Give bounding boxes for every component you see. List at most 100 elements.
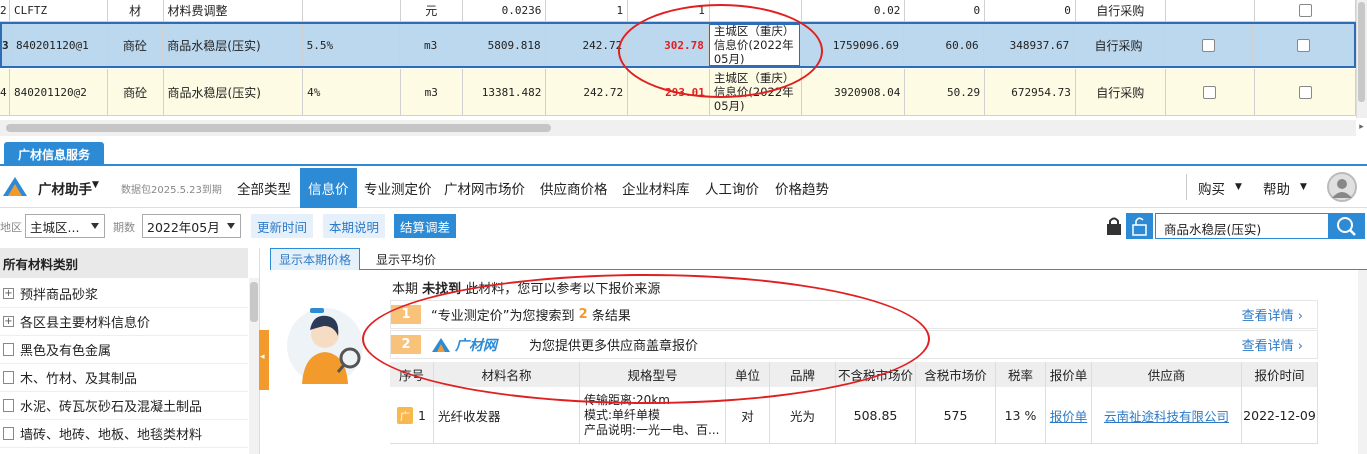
region-label: 地区	[0, 221, 22, 234]
supplier-link[interactable]: 云南祉途科技有限公司	[1092, 387, 1242, 443]
document-icon	[3, 343, 14, 356]
help-menu[interactable]: 帮助	[1263, 168, 1290, 208]
annotation-ellipse	[362, 274, 930, 404]
update-time-button[interactable]: 更新时间	[251, 214, 314, 238]
checkbox[interactable]	[1298, 4, 1312, 17]
tab-current-price[interactable]: 显示本期价格	[270, 248, 361, 270]
row-price: 242.72	[546, 24, 628, 66]
toolbar-divider	[1186, 174, 1187, 200]
checkbox[interactable]	[1201, 38, 1215, 52]
category-item[interactable]: 墙砖、地砖、地板、地毯类材料	[0, 420, 248, 448]
chevron-right-icon: ›	[1297, 309, 1303, 324]
view-details-link[interactable]: 查看详情 ›	[1242, 305, 1303, 324]
user-avatar-icon[interactable]	[1327, 172, 1357, 202]
document-icon	[3, 399, 14, 412]
grid-vertical-scroll-thumb[interactable]	[1358, 2, 1365, 102]
nav-professional-price[interactable]: 专业测定价	[364, 168, 432, 208]
nav-price-trend[interactable]: 价格趋势	[775, 168, 829, 208]
view-details-link[interactable]: 查看详情 ›	[1242, 335, 1303, 354]
checkbox[interactable]	[1296, 38, 1310, 52]
row-check-b[interactable]	[1255, 0, 1356, 21]
row-index-cell: 广1	[390, 387, 434, 443]
period-note-button[interactable]: 本期说明	[323, 214, 386, 238]
row-spec-line: 模式:单纤单模	[584, 407, 661, 422]
data-pack-expiry: 数据包2025.5.23到期	[121, 185, 222, 196]
category-label: 预拌商品砂浆	[20, 288, 99, 303]
row-tax: 13 %	[996, 387, 1046, 443]
document-icon	[3, 371, 14, 384]
expand-plus-icon[interactable]: +	[3, 316, 14, 327]
row-code: 840201120@2	[10, 69, 108, 115]
panel-tab-guangcai[interactable]: 广材信息服务	[4, 142, 104, 166]
row-code: CLFTZ	[10, 0, 108, 21]
category-label: 黑色及有色金属	[20, 344, 112, 359]
row-c1: 50.29	[905, 69, 986, 115]
nav-all-types[interactable]: 全部类型	[237, 168, 291, 208]
row-check-b[interactable]	[1253, 24, 1354, 66]
collapse-sidebar-handle[interactable]: ◂	[259, 330, 269, 390]
settle-adjust-button[interactable]: 结算调差	[394, 214, 457, 238]
search-button[interactable]	[1328, 213, 1365, 239]
chevron-right-icon: ›	[1297, 339, 1303, 354]
region-select[interactable]: 主城区...	[25, 214, 105, 238]
buy-dropdown-icon[interactable]: ▼	[1235, 182, 1242, 192]
row-check-a[interactable]	[1166, 0, 1256, 21]
row-spec: 5.5%	[303, 24, 401, 66]
scroll-right-arrow-icon[interactable]: ▸	[1356, 122, 1367, 134]
lock-icon[interactable]	[1104, 215, 1124, 237]
row-qty: 0.0236	[463, 0, 547, 21]
row-spec-line: 产品说明:一光一电、百...	[584, 422, 720, 437]
grid-horizontal-scroll-thumb[interactable]	[6, 124, 551, 132]
guangcai-logo-icon	[2, 176, 28, 198]
chevron-down-icon	[91, 223, 99, 229]
sidebar-scroll-thumb[interactable]	[250, 282, 258, 322]
row-index: 1	[418, 407, 426, 423]
checkbox[interactable]	[1203, 85, 1217, 99]
row-c2: 348937.67	[984, 24, 1075, 66]
panel-tabbar	[0, 138, 1367, 166]
quote-link[interactable]: 报价单	[1046, 387, 1092, 443]
nav-supplier-price[interactable]: 供应商价格	[540, 168, 608, 208]
main-scrollbar[interactable]	[1358, 270, 1367, 454]
row-type: 商砼	[108, 24, 164, 66]
nav-info-price[interactable]: 信息价	[300, 168, 357, 208]
row-type: 商砼	[108, 69, 164, 115]
row-supply[interactable]: 自行采购	[1076, 69, 1166, 115]
tab-average-price[interactable]: 显示平均价	[368, 248, 444, 270]
category-header: 所有材料类别	[0, 248, 248, 278]
app-dropdown-icon[interactable]: ▼	[92, 180, 102, 190]
guang-badge-icon: 广	[397, 406, 414, 424]
row-supply[interactable]: 自行采购	[1074, 24, 1164, 66]
expand-plus-icon[interactable]: +	[3, 288, 14, 299]
row-check-a[interactable]	[1166, 69, 1256, 115]
row-check-a[interactable]	[1164, 24, 1254, 66]
row-check-b[interactable]	[1255, 69, 1356, 115]
buy-menu[interactable]: 购买	[1198, 168, 1225, 208]
row-unit: m3	[401, 69, 463, 115]
row-price: 1	[546, 0, 629, 21]
row-code: 840201120@1	[12, 24, 108, 66]
help-dropdown-icon[interactable]: ▼	[1300, 182, 1307, 192]
unlock-icon[interactable]	[1126, 213, 1153, 239]
col-date: 报价时间	[1242, 362, 1318, 387]
row-name: 材料费调整	[164, 0, 304, 21]
category-item[interactable]: + 各区县主要材料信息价	[0, 308, 248, 336]
period-label: 期数	[113, 221, 135, 234]
row-c1: 60.06	[904, 24, 984, 66]
category-item[interactable]: 黑色及有色金属	[0, 336, 248, 364]
region-value: 主城区...	[30, 219, 80, 235]
period-value: 2022年05月	[147, 219, 220, 235]
category-item[interactable]: + 预拌商品砂浆	[0, 280, 248, 308]
nav-manual-inquiry[interactable]: 人工询价	[705, 168, 759, 208]
next-row-stub	[390, 446, 1318, 454]
row-supply[interactable]: 自行采购	[1076, 0, 1166, 21]
row-index: 3	[2, 24, 12, 66]
document-icon	[3, 427, 14, 440]
nav-enterprise-library[interactable]: 企业材料库	[622, 168, 690, 208]
row-date: 2022-12-09	[1242, 387, 1318, 443]
checkbox[interactable]	[1298, 85, 1312, 99]
nav-market-price[interactable]: 广材网市场价	[444, 168, 525, 208]
category-item[interactable]: 水泥、砖瓦灰砂石及混凝土制品	[0, 392, 248, 420]
period-select[interactable]: 2022年05月	[142, 214, 241, 238]
category-item[interactable]: 木、竹材、及其制品	[0, 364, 248, 392]
